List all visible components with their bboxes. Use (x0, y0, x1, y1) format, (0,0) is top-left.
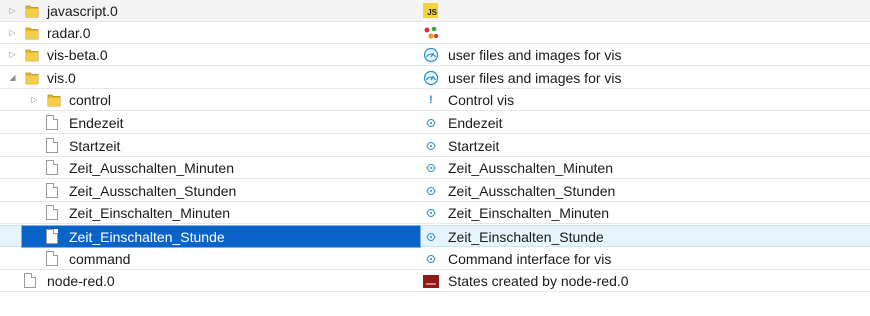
tree-row-command[interactable]: command Command interface for vis (0, 248, 870, 270)
folder-icon (25, 3, 39, 18)
folder-icon (25, 47, 39, 62)
object-description: Command interface for vis (448, 251, 612, 267)
state-icon (423, 251, 439, 267)
object-description: Startzeit (448, 138, 500, 154)
expanded-triangle-icon[interactable]: ◢ (8, 73, 17, 82)
file-icon (46, 229, 58, 244)
object-description: Endezeit (448, 115, 503, 131)
tree-row-node-red-0[interactable]: node-red.0 States created by node-red.0 (0, 270, 870, 292)
folder-icon (25, 70, 39, 85)
folder-icon (47, 92, 61, 107)
node-red-icon (423, 275, 439, 288)
object-name: Zeit_Einschalten_Minuten (69, 205, 231, 221)
collapsed-triangle-icon[interactable]: ▷ (8, 28, 17, 37)
tree-row-control[interactable]: ▷ control! Control vis (0, 89, 870, 111)
object-name: control (69, 92, 112, 108)
tree-row-zeit-einschalten-stunde[interactable]: Zeit_Einschalten_Stunde Zeit_Einschalten_… (0, 225, 870, 248)
tree-row-zeit-einschalten-minuten[interactable]: Zeit_Einschalten_Minuten Zeit_Einschalten… (0, 202, 870, 224)
js-icon: JS (423, 3, 438, 18)
control-icon: ! (429, 94, 433, 106)
file-icon (46, 251, 58, 266)
state-icon (423, 205, 439, 221)
collapsed-triangle-icon[interactable]: ▷ (30, 95, 39, 104)
object-name: vis.0 (47, 70, 76, 86)
object-name: node-red.0 (47, 273, 115, 289)
tree-row-zeit-ausschalten-stunden[interactable]: Zeit_Ausschalten_Stunden Zeit_Ausschalten… (0, 180, 870, 202)
folder-icon (25, 25, 39, 40)
vis-icon (423, 70, 439, 86)
object-tree: ▷ javascript.0 JS ▷ radar.0 ▷ vis-beta.0 user f… (0, 0, 870, 316)
object-description: Zeit_Ausschalten_Stunden (448, 183, 616, 199)
object-description: States created by node-red.0 (448, 273, 629, 289)
state-icon (423, 138, 439, 154)
object-description: Zeit_Einschalten_Minuten (448, 205, 610, 221)
file-icon (46, 160, 58, 175)
tree-row-endezeit[interactable]: Endezeit Endezeit (0, 112, 870, 134)
vis-icon (423, 47, 439, 63)
object-description: user files and images for vis (448, 70, 622, 86)
file-icon (46, 138, 58, 153)
state-icon (423, 183, 439, 199)
radar-icon (423, 25, 439, 41)
object-name: Zeit_Ausschalten_Stunden (69, 183, 237, 199)
object-description: Zeit_Einschalten_Stunde (448, 229, 604, 245)
object-name: vis-beta.0 (47, 47, 108, 63)
object-name: command (69, 251, 131, 267)
file-icon (46, 205, 58, 220)
file-icon (24, 273, 36, 288)
object-name: Startzeit (69, 138, 121, 154)
object-name: Endezeit (69, 115, 124, 131)
object-description: Control vis (448, 92, 515, 108)
file-icon (46, 183, 58, 198)
tree-row-javascript-0[interactable]: ▷ javascript.0 JS (0, 0, 870, 22)
object-name: Zeit_Ausschalten_Minuten (69, 160, 234, 176)
tree-row-vis-0[interactable]: ◢ vis.0 user files and images for vis (0, 67, 870, 89)
tree-row-startzeit[interactable]: Startzeit Startzeit (0, 135, 870, 157)
state-icon (423, 229, 439, 245)
object-name: radar.0 (47, 25, 91, 41)
object-name: javascript.0 (47, 3, 118, 19)
state-icon (423, 115, 439, 131)
collapsed-triangle-icon[interactable]: ▷ (8, 50, 17, 59)
object-description: Zeit_Ausschalten_Minuten (448, 160, 613, 176)
collapsed-triangle-icon[interactable]: ▷ (8, 6, 17, 15)
tree-row-zeit-ausschalten-minuten[interactable]: Zeit_Ausschalten_Minuten Zeit_Ausschalten… (0, 157, 870, 179)
object-name: Zeit_Einschalten_Stunde (69, 229, 225, 245)
tree-row-radar-0[interactable]: ▷ radar.0 (0, 22, 870, 44)
file-icon (46, 115, 58, 130)
state-icon (423, 160, 439, 176)
tree-row-vis-beta-0[interactable]: ▷ vis-beta.0 user files and images for vis (0, 44, 870, 66)
object-description: user files and images for vis (448, 47, 622, 63)
